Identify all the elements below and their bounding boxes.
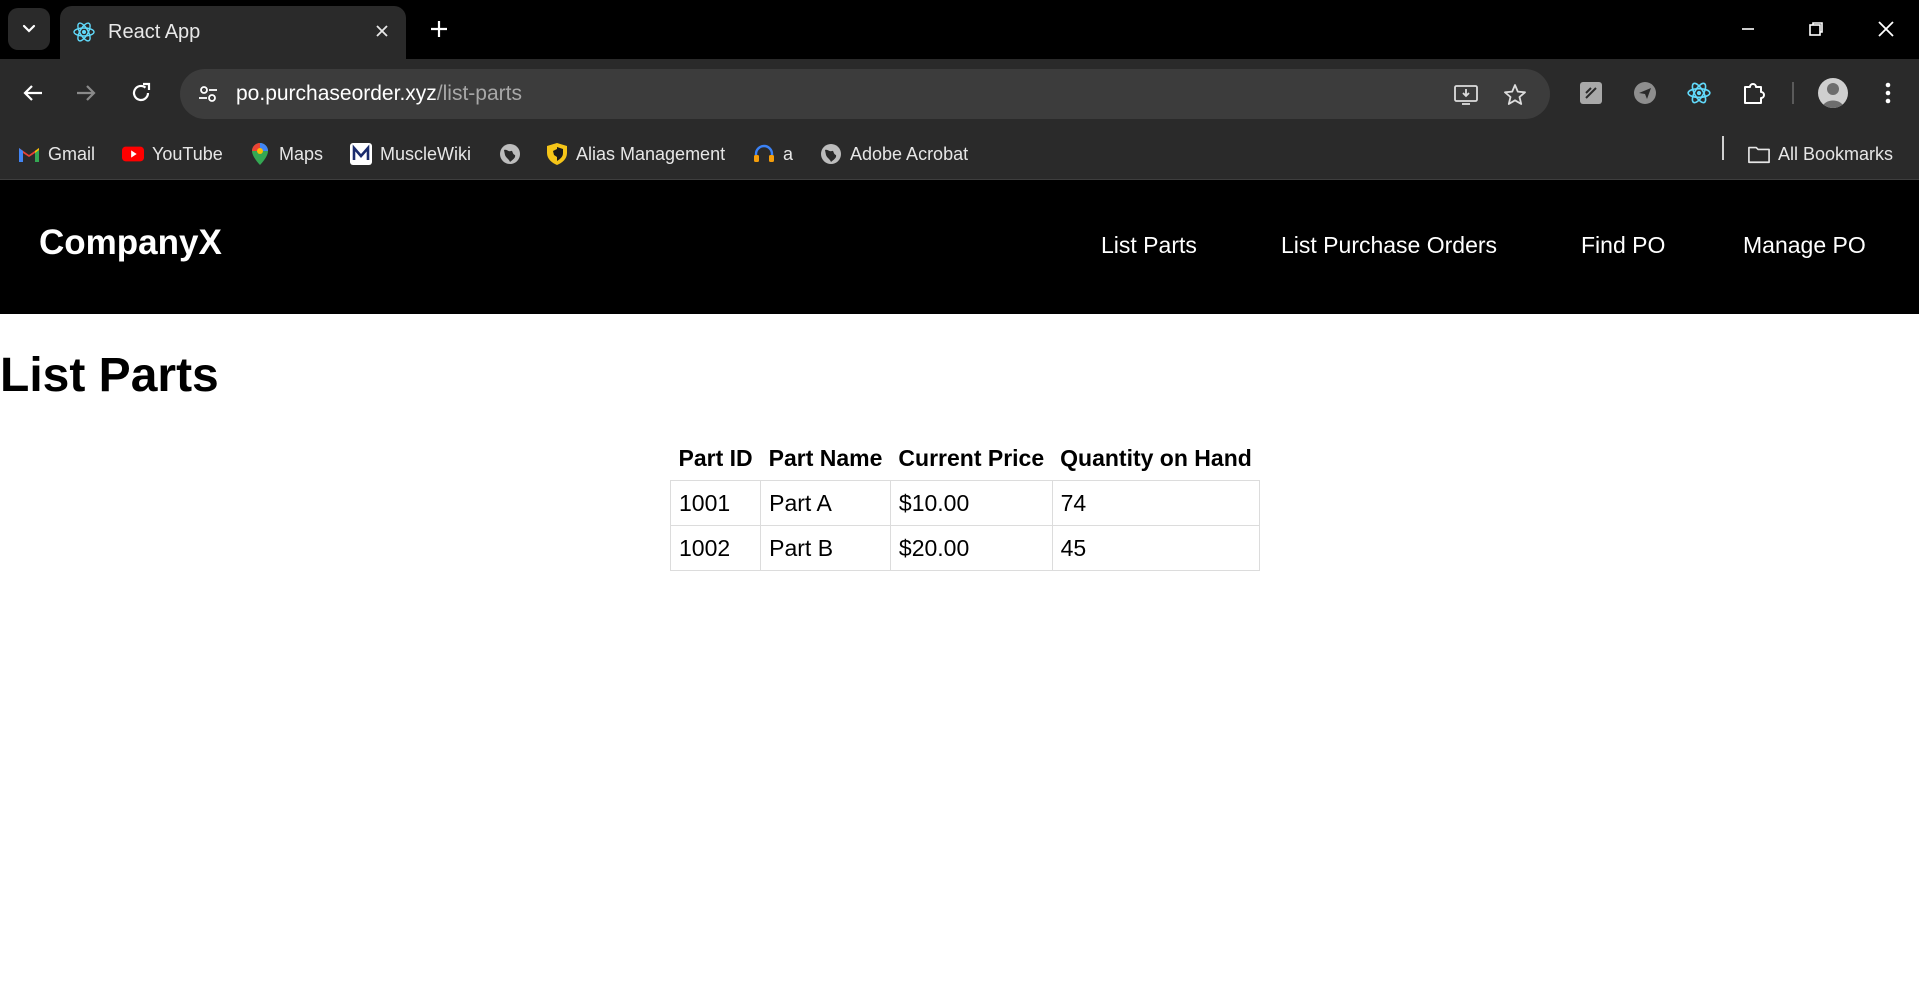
bookmark-alias-management[interactable]: Alias Management (546, 140, 725, 168)
bookmarks-divider (1722, 136, 1724, 160)
header-part-id: Part ID (678, 445, 753, 471)
extensions-button[interactable] (1738, 77, 1770, 109)
url-host: po.purchaseorder.xyz (236, 82, 437, 105)
bookmark-label: MuscleWiki (380, 143, 472, 164)
minimize-button[interactable] (1728, 12, 1768, 46)
chevron-down-icon (22, 24, 36, 33)
bookmark-label: YouTube (152, 143, 223, 164)
youtube-icon (122, 143, 144, 165)
close-icon (1878, 21, 1894, 37)
gmail-icon (18, 143, 40, 165)
nav-list-purchase-orders[interactable]: List Purchase Orders (1281, 232, 1497, 259)
cell-current-price: $10.00 (889, 480, 1053, 526)
bookmark-a[interactable]: a (753, 140, 793, 168)
headset-icon (753, 143, 775, 165)
star-icon (1504, 84, 1526, 105)
react-icon (1687, 82, 1711, 104)
bookmark-musclewiki[interactable]: MuscleWiki (350, 140, 471, 168)
tab-strip: React App (0, 0, 1919, 59)
bookmark-star-button[interactable] (1500, 80, 1530, 110)
browser-toolbar: po.purchaseorder.xyz/list-parts (0, 59, 1919, 128)
new-tab-button[interactable] (424, 14, 454, 44)
puzzle-icon (1744, 83, 1765, 104)
tab-search-button[interactable] (8, 8, 50, 50)
all-bookmarks-label: All Bookmarks (1778, 143, 1894, 164)
cell-current-price: $20.00 (889, 525, 1053, 571)
bookmark-label: a (783, 143, 794, 164)
bookmark-globe[interactable] (499, 140, 521, 168)
bookmark-label: Adobe Acrobat (850, 143, 969, 164)
profile-avatar[interactable] (1818, 78, 1848, 108)
maps-icon (249, 143, 271, 165)
forward-button[interactable] (67, 74, 105, 112)
all-bookmarks-button[interactable]: All Bookmarks (1748, 140, 1893, 168)
cell-quantity-on-hand: 45 (1051, 525, 1261, 571)
extension-react-devtools-button[interactable] (1683, 77, 1715, 109)
browser-tab[interactable]: React App (60, 6, 406, 59)
globe-icon (820, 143, 842, 165)
toolbar-divider (1792, 82, 1794, 104)
extension-notes-button[interactable] (1575, 77, 1607, 109)
bookmarks-bar: Gmail YouTube Maps MuscleWiki Alias Mana… (0, 128, 1919, 180)
install-app-button[interactable] (1451, 80, 1481, 110)
browser-menu-button[interactable] (1872, 77, 1904, 109)
close-window-button[interactable] (1866, 12, 1906, 46)
address-bar[interactable]: po.purchaseorder.xyz/list-parts (180, 69, 1550, 119)
header-part-name: Part Name (768, 445, 883, 471)
browser-chrome: React App po.purchaseorder.xyz/list-part… (0, 0, 1919, 181)
restore-icon (1809, 22, 1823, 36)
shield-icon (546, 143, 568, 165)
nav-manage-po[interactable]: Manage PO (1743, 232, 1866, 259)
table-row: 1001 Part A $10.00 74 (669, 480, 1261, 526)
header-current-price: Current Price (898, 445, 1045, 471)
tune-icon (199, 86, 217, 102)
page-title: List Parts (0, 349, 219, 402)
table-row: 1002 Part B $20.00 45 (669, 525, 1261, 571)
react-icon (73, 22, 95, 42)
send-extension-icon (1634, 82, 1656, 104)
extension-send-button[interactable] (1629, 77, 1661, 109)
plus-icon (431, 21, 447, 37)
header-quantity-on-hand: Quantity on Hand (1060, 445, 1252, 471)
brand-logo[interactable]: CompanyX (39, 223, 222, 263)
app-navbar: CompanyX List Parts List Purchase Orders… (0, 181, 1919, 314)
bookmark-youtube[interactable]: YouTube (122, 140, 223, 168)
cell-part-name: Part A (760, 480, 891, 526)
cell-part-id: 1002 (669, 525, 762, 571)
site-info-button[interactable] (192, 78, 224, 110)
url-path: /list-parts (436, 82, 522, 105)
bookmark-label: Maps (279, 143, 324, 164)
cell-quantity-on-hand: 74 (1051, 480, 1261, 526)
cell-part-name: Part B (760, 525, 891, 571)
tab-close-icon[interactable] (370, 19, 394, 43)
musclewiki-icon (350, 143, 372, 165)
arrow-right-icon (77, 85, 96, 101)
reload-button[interactable] (122, 74, 160, 112)
user-icon (1822, 83, 1844, 108)
cell-part-id: 1001 (669, 480, 762, 526)
folder-icon (1748, 143, 1770, 165)
more-vertical-icon (1885, 82, 1891, 104)
globe-icon (499, 143, 521, 165)
bookmark-label: Gmail (48, 143, 96, 164)
reload-icon (132, 82, 151, 102)
nav-find-po[interactable]: Find PO (1581, 232, 1665, 259)
bookmark-adobe-acrobat[interactable]: Adobe Acrobat (820, 140, 968, 168)
install-icon (1454, 85, 1478, 105)
url-text[interactable]: po.purchaseorder.xyz/list-parts (236, 82, 522, 106)
table-header-row: Part ID Part Name Current Price Quantity… (671, 440, 1260, 481)
notes-extension-icon (1580, 82, 1602, 104)
parts-table: Part ID Part Name Current Price Quantity… (669, 440, 1261, 571)
tab-title: React App (108, 21, 201, 43)
bookmark-label: Alias Management (576, 143, 726, 164)
back-button[interactable] (14, 74, 52, 112)
nav-list-parts[interactable]: List Parts (1101, 232, 1197, 259)
restore-button[interactable] (1796, 12, 1836, 46)
bookmark-maps[interactable]: Maps (249, 140, 323, 168)
minimize-icon (1742, 28, 1754, 30)
bookmark-gmail[interactable]: Gmail (18, 140, 95, 168)
arrow-left-icon (23, 85, 42, 101)
